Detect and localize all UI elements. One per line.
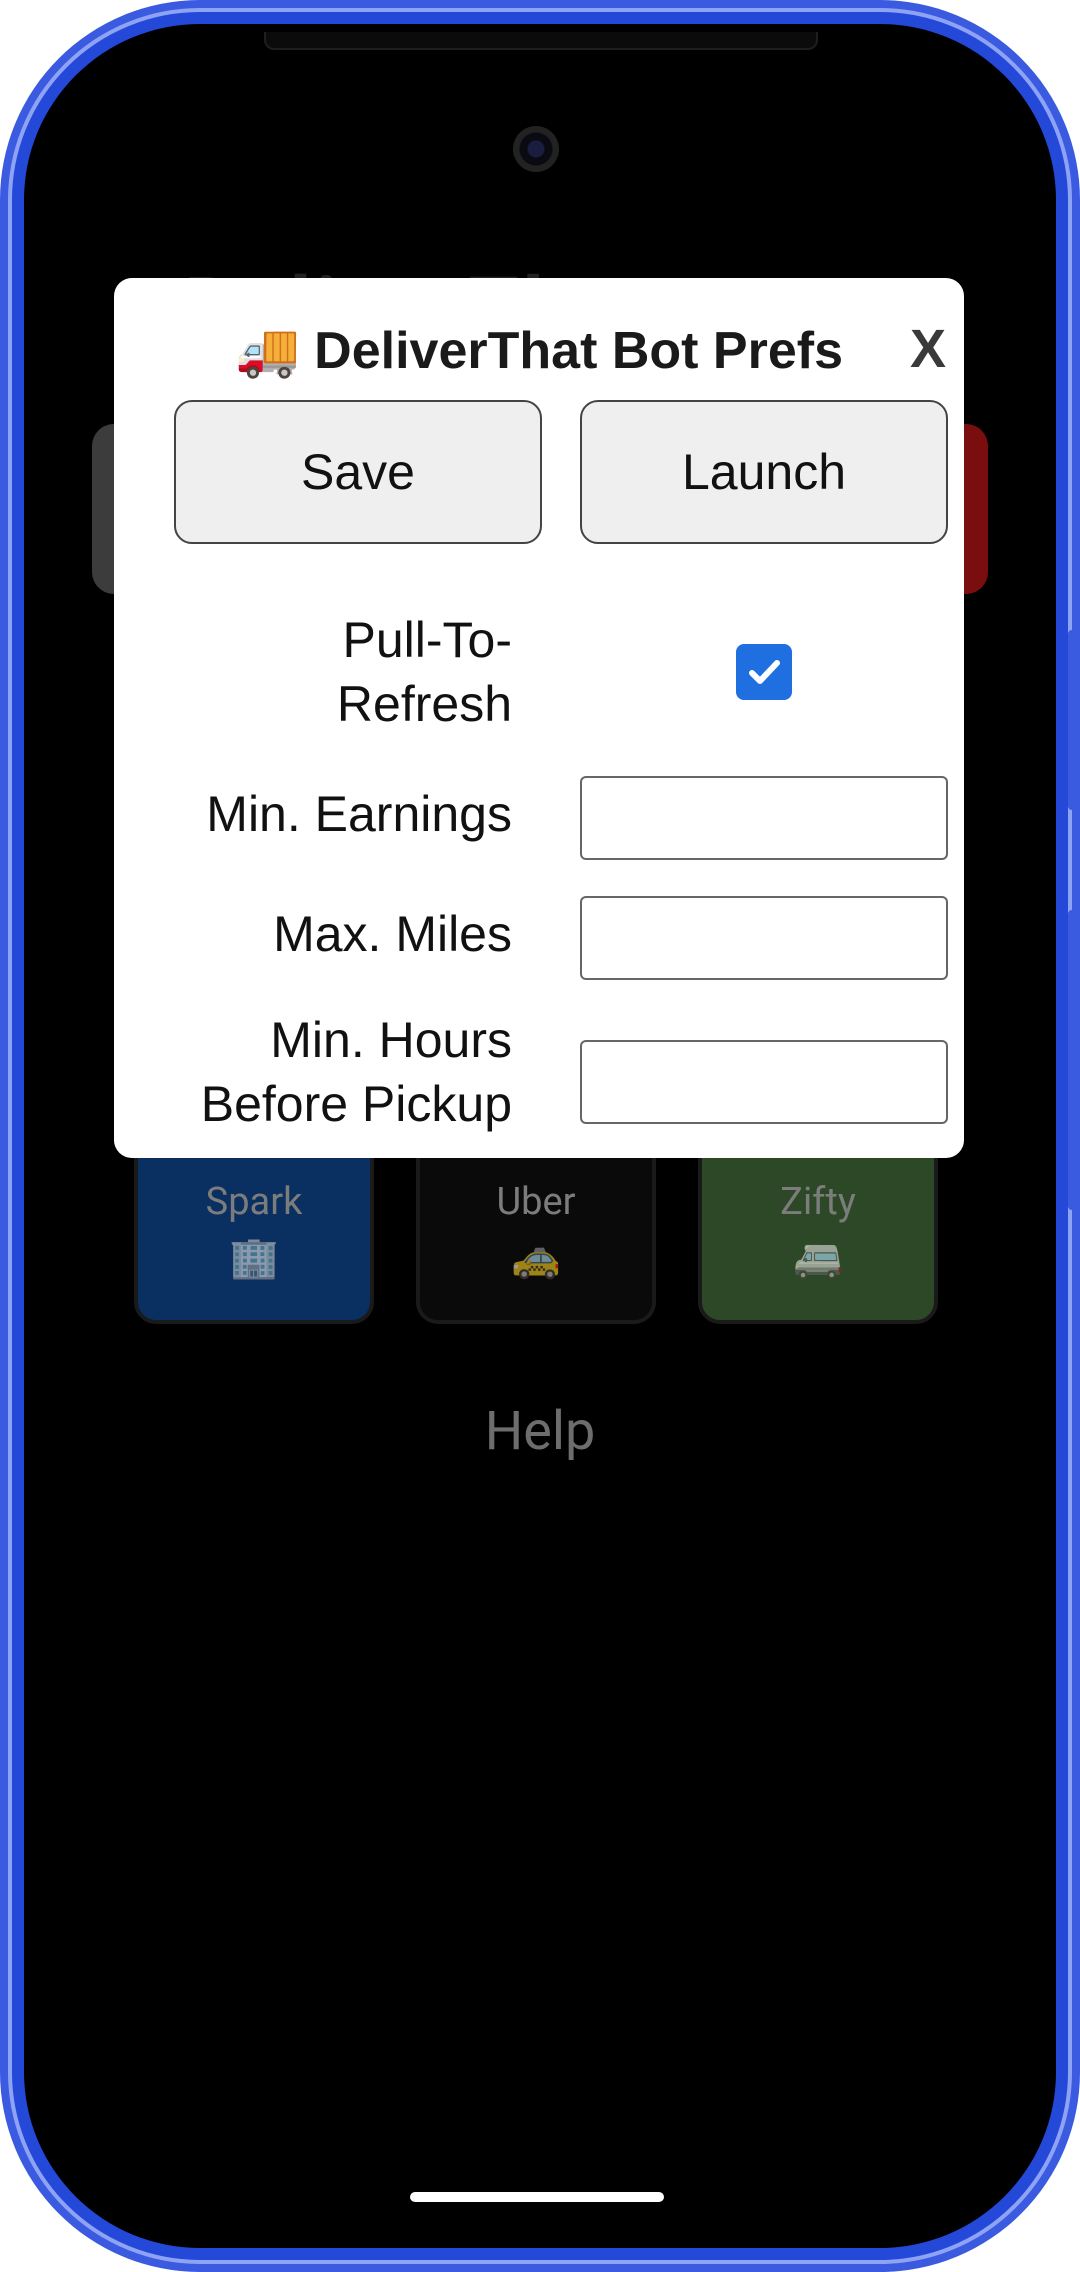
close-button[interactable]: X bbox=[910, 318, 946, 380]
label-line: Pull-To- bbox=[342, 612, 512, 668]
launch-button[interactable]: Launch bbox=[580, 400, 948, 544]
dialog-title: 🚚 DeliverThat Bot Prefs bbox=[234, 322, 843, 380]
taxi-icon: 🚕 bbox=[511, 1234, 561, 1281]
min-hours-input[interactable] bbox=[580, 1040, 948, 1124]
tile-uber[interactable]: Uber 🚕 bbox=[416, 1134, 656, 1324]
building-icon: 🏢 bbox=[229, 1234, 279, 1281]
checkmark-icon bbox=[749, 660, 780, 684]
camera-icon bbox=[513, 126, 559, 172]
speaker-notch bbox=[264, 32, 818, 50]
min-earnings-input[interactable] bbox=[580, 776, 948, 860]
tile-zifty[interactable]: Zifty 🚐 bbox=[698, 1134, 938, 1324]
tile-label: Uber bbox=[496, 1180, 576, 1224]
tile-label: Spark bbox=[205, 1180, 303, 1224]
tile-spark[interactable]: Spark 🏢 bbox=[134, 1134, 374, 1324]
pull-to-refresh-label: Pull-To- Refresh bbox=[337, 608, 512, 736]
tile-label: Zifty bbox=[780, 1180, 856, 1224]
bot-prefs-dialog: 🚚 DeliverThat Bot Prefs X Save Launch Pu… bbox=[114, 278, 964, 1158]
min-earnings-label: Min. Earnings bbox=[206, 786, 512, 842]
save-button[interactable]: Save bbox=[174, 400, 542, 544]
screen: DeliverThat Spark 🏢 Uber 🚕 Zifty 🚐 Help … bbox=[24, 24, 1056, 2248]
van-icon: 🚐 bbox=[793, 1234, 843, 1281]
label-line: Refresh bbox=[336, 676, 512, 732]
home-indicator[interactable] bbox=[410, 2192, 664, 2202]
label-line: Before Pickup bbox=[200, 1076, 512, 1132]
power-button bbox=[1068, 910, 1078, 1210]
min-hours-label: Min. Hours Before Pickup bbox=[201, 1008, 512, 1136]
volume-button bbox=[1068, 630, 1078, 810]
label-line: Min. Hours bbox=[270, 1012, 512, 1068]
pull-to-refresh-checkbox[interactable] bbox=[736, 644, 792, 700]
help-link[interactable]: Help bbox=[24, 1400, 1056, 1463]
max-miles-label: Max. Miles bbox=[273, 906, 512, 962]
max-miles-input[interactable] bbox=[580, 896, 948, 980]
